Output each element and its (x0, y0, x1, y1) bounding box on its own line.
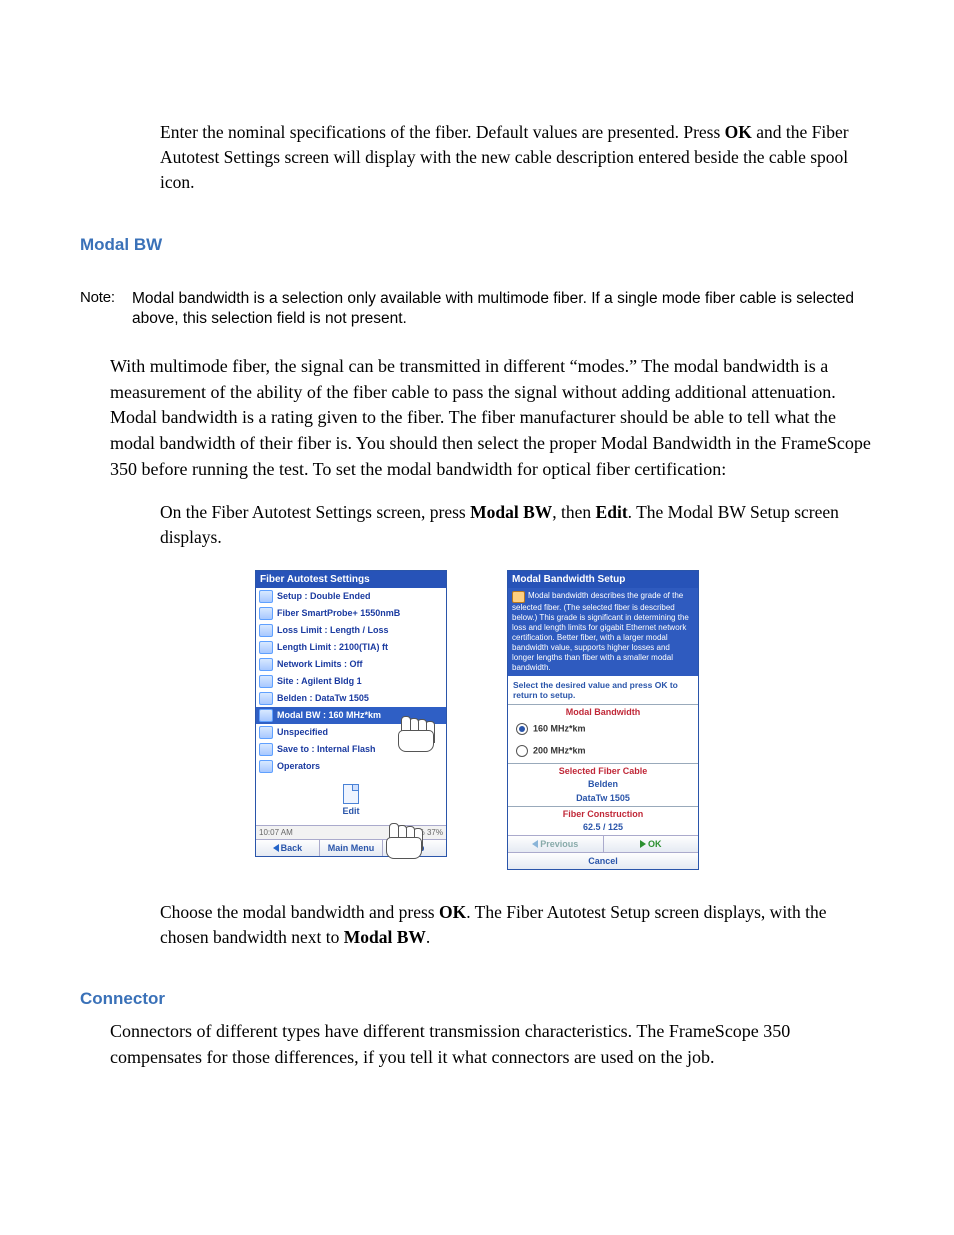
radio-label: 160 MHz*km (533, 723, 586, 733)
list-item-label: Unspecified (277, 727, 328, 737)
setup-icon (259, 590, 273, 603)
cable-icon (259, 692, 273, 705)
triangle-left-icon (273, 844, 279, 852)
list-item-label: Save to : Internal Flash (277, 744, 376, 754)
cable-mfr: Belden (508, 778, 698, 792)
list-item-label: Network Limits : Off (277, 659, 363, 669)
radio-icon (516, 723, 528, 735)
list-item-selected: Modal BW : 160 MHz*km (256, 707, 446, 724)
ok-keyword: OK (439, 902, 466, 922)
list-item: Unspecified (256, 724, 446, 741)
list-item-label: Length Limit : 2100(TIA) ft (277, 642, 388, 652)
radio-option: 200 MHz*km (508, 741, 698, 763)
length-icon (259, 641, 273, 654)
list-item-label: Site : Agilent Bldg 1 (277, 676, 362, 686)
note-text: Modal bandwidth is a selection only avai… (132, 289, 874, 331)
connector-icon (259, 726, 273, 739)
list-item: Length Limit : 2100(TIA) ft (256, 639, 446, 656)
device-screenshot-left: Fiber Autotest Settings Setup : Double E… (255, 570, 447, 857)
step1-text: On the Fiber Autotest Settings screen, p… (160, 500, 874, 550)
step1-part1: On the Fiber Autotest Settings screen, p… (160, 502, 470, 522)
figure-right-wrap: Modal Bandwidth Setup Modal bandwidth de… (507, 570, 699, 870)
btn-label: OK (648, 839, 662, 849)
modal-bw-paragraph: With multimode fiber, the signal can be … (110, 354, 874, 482)
btn-label: Back (281, 843, 303, 853)
ok-keyword: OK (725, 122, 752, 142)
list-item: Fiber SmartProbe+ 1550nmB (256, 605, 446, 622)
list-item: Network Limits : Off (256, 656, 446, 673)
step-text: Enter the nominal specifications of the … (160, 120, 874, 195)
ok-button: OK (604, 836, 699, 852)
list-item: Loss Limit : Length / Loss (256, 622, 446, 639)
list-item-label: Setup : Double Ended (277, 591, 371, 601)
loss-icon (259, 624, 273, 637)
modalbw-keyword: Modal BW (344, 927, 426, 947)
step3-part1: Enter the nominal specifications of the … (160, 122, 725, 142)
fiber-size: 62.5 / 125 (508, 821, 698, 835)
list-item-label: Fiber SmartProbe+ 1550nmB (277, 608, 400, 618)
edit-keyword: Edit (596, 502, 628, 522)
time-label: 10:07 AM (259, 828, 293, 837)
connector-paragraph: Connectors of different types have diffe… (110, 1019, 874, 1070)
instruction-text: Select the desired value and press OK to… (508, 676, 698, 704)
device-button-row: Previous OK (508, 835, 698, 852)
list-item-label: Modal BW : 160 MHz*km (277, 710, 381, 720)
main-menu-button: Main Menu (320, 840, 384, 856)
device-button-row: Cancel (508, 852, 698, 869)
section-heading-modal-bw: Modal BW (80, 235, 874, 255)
site-icon (259, 675, 273, 688)
radio-option: 160 MHz*km (508, 719, 698, 741)
figure-row: Fiber Autotest Settings Setup : Double E… (80, 570, 874, 870)
list-item-label: Loss Limit : Length / Loss (277, 625, 389, 635)
figure-left-wrap: Fiber Autotest Settings Setup : Double E… (255, 570, 447, 870)
back-button: Back (256, 840, 320, 856)
device-statusbar: 10:07 AM 49% 37% (256, 825, 446, 839)
save-icon (259, 743, 273, 756)
list-item: Setup : Double Ended (256, 588, 446, 605)
list-item-label: Operators (277, 761, 320, 771)
triangle-right-icon (640, 840, 646, 848)
section-heading: Selected Fiber Cable (508, 763, 698, 778)
modalbw-icon (259, 709, 273, 722)
note-label: Note: (80, 289, 132, 331)
cancel-button: Cancel (508, 853, 698, 869)
device-title: Modal Bandwidth Setup (508, 571, 698, 588)
device-button-row: Back Main Menu Help (256, 839, 446, 856)
step2-text: Choose the modal bandwidth and press OK.… (160, 900, 874, 950)
help-button: Help (383, 840, 446, 856)
section-heading: Fiber Construction (508, 806, 698, 821)
list-item: Save to : Internal Flash (256, 741, 446, 758)
document-icon (343, 784, 359, 804)
list-item: Operators (256, 758, 446, 775)
note-block: Note: Modal bandwidth is a selection onl… (80, 289, 874, 331)
info-box: Modal bandwidth describes the grade of t… (508, 588, 698, 676)
cable-model: DataTw 1505 (508, 792, 698, 806)
modalbw-keyword: Modal BW (470, 502, 552, 522)
section-heading-connector: Connector (80, 989, 874, 1009)
list-item-label: Belden : DataTw 1505 (277, 693, 369, 703)
document-page: Enter the nominal specifications of the … (0, 0, 954, 1169)
list-item: Site : Agilent Bldg 1 (256, 673, 446, 690)
info-text: Modal bandwidth describes the grade of t… (512, 591, 689, 672)
edit-area: Edit (256, 775, 446, 825)
edit-label: Edit (343, 806, 360, 816)
section-heading: Modal Bandwidth (508, 704, 698, 719)
triangle-left-icon (532, 840, 538, 848)
btn-label: Previous (540, 839, 578, 849)
probe-icon (259, 607, 273, 620)
device-screenshot-right: Modal Bandwidth Setup Modal bandwidth de… (507, 570, 699, 870)
info-icon (512, 591, 525, 603)
operators-icon (259, 760, 273, 773)
previous-button: Previous (508, 836, 604, 852)
step2-part3: . (426, 927, 430, 947)
device-title: Fiber Autotest Settings (256, 571, 446, 588)
step2-part1: Choose the modal bandwidth and press (160, 902, 439, 922)
radio-icon (516, 745, 528, 757)
list-item: Belden : DataTw 1505 (256, 690, 446, 707)
radio-label: 200 MHz*km (533, 745, 586, 755)
battery-label: 49% 37% (409, 828, 443, 837)
step1-part2: , then (552, 502, 595, 522)
network-icon (259, 658, 273, 671)
